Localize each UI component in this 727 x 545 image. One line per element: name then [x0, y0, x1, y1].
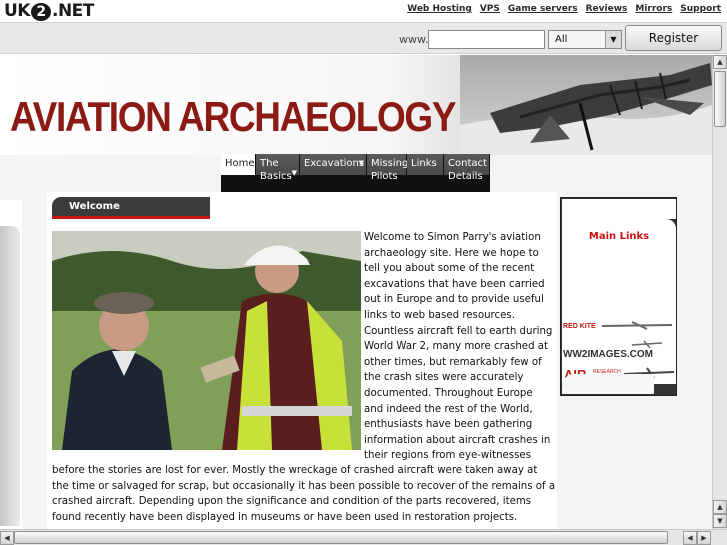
intro-text: Welcome to Simon Parry's aviation archae…	[364, 232, 553, 462]
vertical-scrollbar[interactable]: ▲ ▲ ▼	[712, 55, 727, 529]
link-reviews[interactable]: Reviews	[586, 4, 628, 14]
tld-selected-value: All	[555, 34, 568, 45]
nav-home[interactable]: Home	[221, 154, 256, 192]
site-header: UK 2 .NET Web Hosting VPS Game servers Rev…	[0, 0, 727, 22]
nav-excavations[interactable]: Excavations ▼	[300, 154, 367, 192]
archaeologists-photo	[52, 231, 361, 450]
uk2-logo[interactable]: UK 2 .NET	[4, 1, 94, 21]
domain-search-bar: www. All ▼ Register Domain	[0, 22, 727, 69]
aircraft-wreck-image	[460, 55, 712, 155]
ww2images-logo[interactable]: WW2IMAGES.COM	[562, 340, 676, 360]
nav-missing-pilots-label: Missing Pilots	[371, 158, 409, 182]
banner: AVIATION ARCHAEOLOGY	[0, 55, 712, 155]
logo-text-mid: 2	[30, 3, 51, 21]
main-content: Welcome Welcome to Simon Parry's aviatio…	[47, 192, 557, 529]
www-prefix: www.	[399, 33, 429, 46]
header-links: Web Hosting VPS Game servers Reviews Mir…	[407, 4, 721, 14]
section-title: Welcome	[52, 197, 210, 219]
register-domain-button[interactable]: Register Domain	[625, 25, 722, 69]
logo-text-post: .NET	[51, 1, 94, 21]
nav-home-label: Home	[225, 158, 255, 169]
link-mirrors[interactable]: Mirrors	[635, 4, 672, 14]
scroll-left-icon[interactable]: ◀	[683, 531, 697, 545]
main-nav: Home The Basics ▼ Excavations ▼ Missing …	[221, 154, 490, 192]
sidebar-links: Main Links RED KITE WW2IMAGES.COM AIR RE…	[560, 197, 677, 396]
link-vps[interactable]: VPS	[480, 4, 500, 14]
scroll-right-icon[interactable]: ▶	[697, 531, 711, 545]
sidebar-bottom	[562, 374, 654, 394]
chevron-down-icon[interactable]: ▼	[605, 31, 621, 48]
link-web-hosting[interactable]: Web Hosting	[407, 4, 472, 14]
nav-missing-pilots[interactable]: Missing Pilots	[367, 154, 409, 192]
sidebar-title: Main Links	[588, 231, 650, 242]
nav-excavations-label: Excavations	[304, 158, 365, 169]
page-viewport: AVIATION ARCHAEOLOGY Home The Basics ▼ E…	[0, 55, 712, 529]
scroll-left-icon[interactable]: ◀	[0, 531, 14, 545]
link-support[interactable]: Support	[680, 4, 721, 14]
horizontal-scrollbar[interactable]: ◀ ◀ ▶	[0, 529, 727, 545]
domain-input[interactable]	[428, 30, 545, 49]
ww2images-logo-text: WW2IMAGES.COM	[563, 349, 653, 360]
logo-text-pre: UK	[4, 1, 30, 21]
horizontal-scroll-thumb[interactable]	[14, 531, 668, 544]
redkite-logo[interactable]: RED KITE	[562, 318, 676, 332]
dropdown-arrow-icon: ▼	[291, 169, 297, 177]
sidebar-top	[562, 199, 676, 219]
tld-select[interactable]: All ▼	[548, 30, 622, 49]
nav-contact-details-label: Contact Details	[448, 158, 487, 182]
dropdown-arrow-icon: ▼	[358, 159, 364, 167]
left-tab-decoration	[0, 226, 20, 526]
link-game-servers[interactable]: Game servers	[508, 4, 578, 14]
nav-contact-details[interactable]: Contact Details	[444, 154, 490, 192]
vertical-scroll-thumb[interactable]	[714, 71, 726, 127]
nav-links-label: Links	[411, 158, 437, 169]
scroll-up-icon[interactable]: ▲	[713, 55, 727, 69]
scroll-up-icon[interactable]: ▲	[713, 500, 727, 514]
scroll-down-icon[interactable]: ▼	[713, 514, 727, 528]
nav-the-basics[interactable]: The Basics ▼	[256, 154, 300, 192]
banner-title: AVIATION ARCHAEOLOGY	[10, 93, 457, 140]
left-decoration	[0, 200, 22, 529]
nav-links[interactable]: Links	[407, 154, 444, 192]
nav-the-basics-label: The Basics	[260, 158, 292, 182]
intro-text-continued: before the stories are lost for ever. Mo…	[52, 465, 556, 523]
redkite-logo-text: RED KITE	[563, 323, 596, 330]
